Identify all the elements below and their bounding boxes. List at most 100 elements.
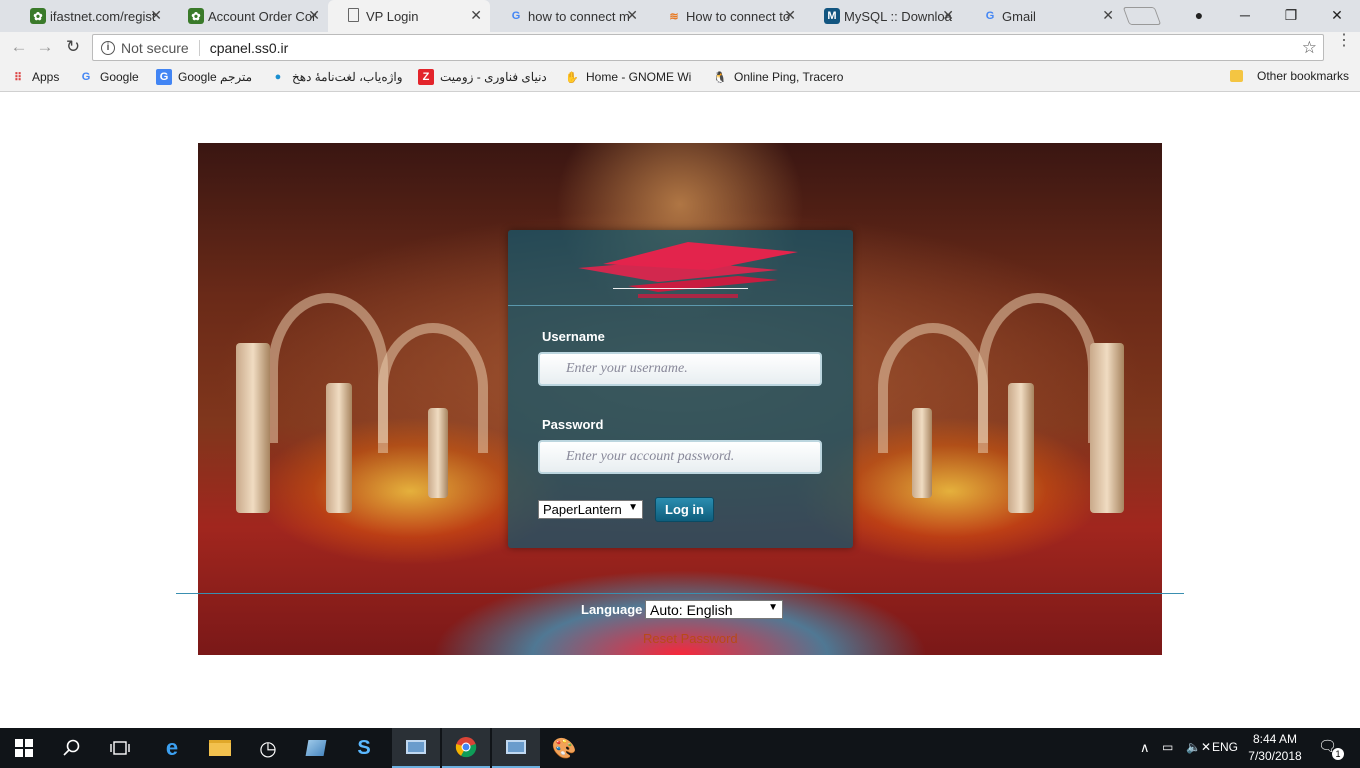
bookmark-google-translate[interactable]: G Google مترجم — [156, 69, 252, 85]
app-icon[interactable] — [292, 728, 340, 768]
bookmarks-bar: ⠿ Apps G Google G Google مترجم ● واژه‌یا… — [0, 62, 1360, 92]
tab-label: ifastnet.com/regist — [50, 8, 156, 24]
tab-mysql-downloads[interactable]: M MySQL :: Downloa ✕ — [806, 0, 962, 32]
company-logo-icon — [578, 242, 798, 298]
task-view-button[interactable] — [96, 728, 144, 768]
pillar-decoration — [428, 408, 448, 498]
dropdown-arrow-icon: ▼ — [628, 502, 638, 513]
tab-vp-login[interactable]: VP Login ✕ — [328, 0, 490, 32]
bookmark-label: واژه‌یاب، لغت‌نامهٔ دهخ — [292, 70, 403, 84]
volume-muted-icon[interactable]: 🔈✕ — [1186, 740, 1211, 754]
google-translate-icon: G — [156, 69, 172, 85]
pillar-decoration — [236, 343, 270, 513]
tab-account-order[interactable]: ✿ Account Order Cor ✕ — [170, 0, 328, 32]
forward-button[interactable]: → — [34, 36, 56, 58]
close-icon[interactable]: ✕ — [308, 7, 320, 24]
clock-time: 8:44 AM — [1252, 732, 1298, 746]
login-button[interactable]: Log in — [655, 497, 714, 522]
notification-count-badge: 1 — [1332, 748, 1344, 760]
ifastnet-favicon-icon: ✿ — [188, 8, 204, 24]
internet-explorer-icon[interactable]: e — [148, 728, 196, 768]
arch-decoration — [978, 293, 1098, 443]
close-icon[interactable]: ✕ — [784, 7, 796, 24]
bookmark-star-icon[interactable]: ☆ — [1302, 38, 1317, 58]
arch-decoration — [878, 323, 988, 453]
url-text[interactable]: cpanel.ss0.ir — [210, 40, 289, 56]
clock-app-icon[interactable]: ◷ — [244, 728, 292, 768]
logo — [508, 230, 853, 306]
google-icon: G — [511, 10, 521, 22]
tab-ifastnet-register[interactable]: ✿ ifastnet.com/regist ✕ — [12, 0, 170, 32]
bookmark-vajehyab[interactable]: ● واژه‌یاب، لغت‌نامهٔ دهخ — [270, 69, 408, 85]
reset-password-link[interactable]: Reset Password — [643, 631, 738, 646]
divider-line — [176, 593, 1184, 594]
task-view-icon — [110, 741, 130, 755]
apps-grid-icon: ⠿ — [13, 71, 23, 84]
tab-gmail[interactable]: G Gmail ✕ — [964, 0, 1122, 32]
google-icon: G — [985, 10, 995, 22]
clock-date: 7/30/2018 — [1248, 749, 1302, 763]
show-hidden-icons-icon[interactable]: ∧ — [1140, 740, 1150, 756]
security-status: Not secure — [121, 39, 189, 56]
close-icon[interactable]: ✕ — [626, 7, 638, 24]
back-button[interactable]: ← — [8, 36, 30, 58]
bookmark-label: دنیای فناوری - زومیت — [440, 70, 547, 84]
new-tab-button[interactable] — [1122, 7, 1162, 25]
separator — [198, 39, 200, 56]
close-icon[interactable]: ✕ — [1102, 7, 1114, 24]
minimize-button[interactable]: ─ — [1222, 0, 1268, 30]
username-input[interactable]: Enter your username. — [538, 352, 822, 386]
bookmark-label: Home - GNOME Wi — [586, 70, 692, 84]
network-app-icon[interactable] — [492, 728, 540, 768]
zoomit-icon: Z — [418, 69, 434, 85]
bookmark-zoomit[interactable]: Z دنیای فناوری - زومیت — [418, 69, 547, 85]
input-language[interactable]: ENG — [1212, 740, 1238, 754]
gnome-icon: ✋ — [565, 71, 579, 84]
close-window-button[interactable]: ✕ — [1314, 0, 1360, 30]
clock[interactable]: 8:44 AM 7/30/2018 — [1238, 731, 1312, 765]
login-panel: Username Enter your username. Password E… — [508, 230, 853, 548]
reload-button[interactable]: ↻ — [62, 36, 84, 58]
tab-label: Gmail — [1002, 8, 1036, 24]
bookmark-apps[interactable]: ⠿ Apps — [10, 69, 59, 85]
bookmark-online-ping[interactable]: 🐧 Online Ping, Tracero — [712, 69, 850, 85]
language-select[interactable]: Auto: English ▼ — [645, 600, 783, 619]
language-label: Language — [581, 602, 643, 617]
restore-button[interactable]: ❐ — [1268, 0, 1314, 30]
pillar-decoration — [1008, 383, 1034, 513]
map-pin-icon: ● — [274, 71, 282, 83]
bookmark-label: Apps — [32, 70, 60, 84]
info-icon[interactable]: i — [101, 40, 115, 55]
bookmark-gnome-wiki[interactable]: ✋ Home - GNOME Wi — [564, 69, 702, 85]
google-icon: G — [81, 71, 91, 83]
close-icon[interactable]: ✕ — [470, 7, 482, 24]
chrome-icon[interactable] — [442, 728, 490, 768]
chrome-menu-button[interactable]: ⋮ — [1336, 33, 1352, 49]
search-icon — [63, 739, 80, 756]
tab-how-to-connect-stackoverflow[interactable]: ≋ How to connect to ✕ — [648, 0, 804, 32]
chrome-logo-icon — [455, 737, 477, 758]
paint-icon[interactable]: 🎨 — [540, 728, 588, 768]
network-app-icon[interactable] — [392, 728, 440, 768]
close-icon[interactable]: ✕ — [942, 7, 954, 24]
network-icon[interactable]: ▭ — [1162, 740, 1173, 754]
page-content: Username Enter your username. Password E… — [0, 93, 1360, 728]
pillar-decoration — [326, 383, 352, 513]
theme-select[interactable]: PaperLantern ▼ — [538, 500, 643, 519]
app-icon[interactable]: S — [340, 728, 388, 768]
bookmark-other-folder[interactable]: Other bookmarks — [1230, 69, 1349, 83]
address-bar[interactable]: i Not secure cpanel.ss0.ir ☆ — [92, 34, 1324, 61]
language-select-value: Auto: English — [650, 601, 733, 618]
profile-icon[interactable]: ● — [1176, 0, 1222, 30]
file-explorer-icon[interactable] — [196, 728, 244, 768]
tux-icon: 🐧 — [713, 71, 727, 84]
password-input[interactable]: Enter your account password. — [538, 440, 822, 474]
bookmark-google[interactable]: G Google — [78, 69, 139, 85]
pillar-decoration — [1090, 343, 1124, 513]
start-button[interactable] — [0, 728, 48, 768]
close-icon[interactable]: ✕ — [150, 7, 162, 24]
tab-how-to-connect-google[interactable]: G how to connect m ✕ — [490, 0, 646, 32]
bookmark-label: Google مترجم — [178, 70, 253, 84]
tab-label: Account Order Cor — [208, 8, 317, 24]
search-button[interactable] — [48, 728, 96, 768]
